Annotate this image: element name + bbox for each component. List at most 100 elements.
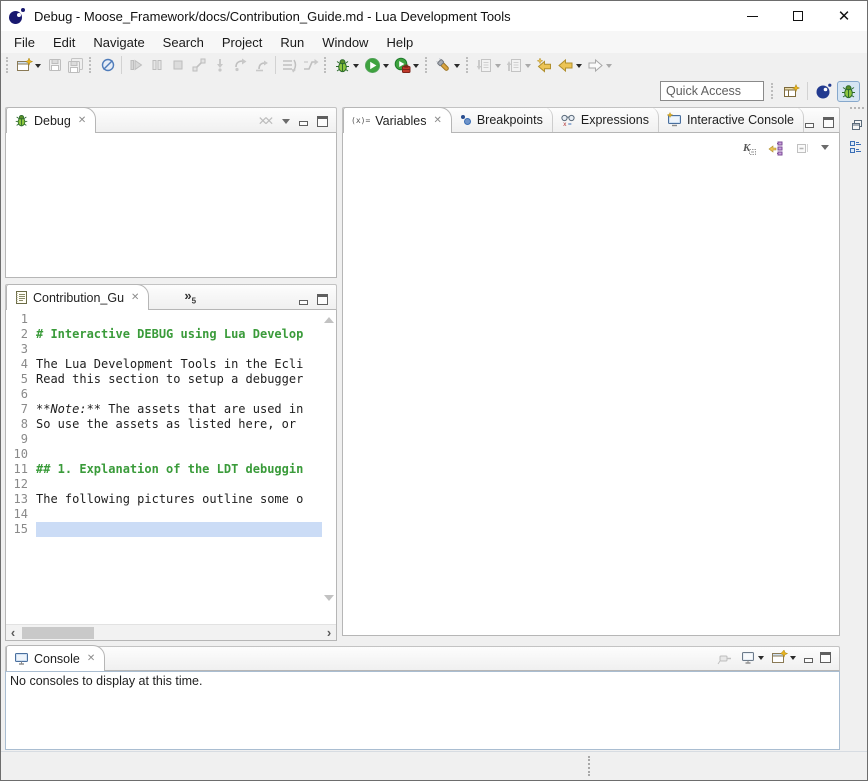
remove-all-terminated-icon[interactable]: ✕✕: [258, 114, 270, 128]
resume-button[interactable]: [125, 55, 146, 76]
run-button[interactable]: [362, 55, 392, 76]
save-button[interactable]: [44, 55, 65, 76]
run-dropdown[interactable]: [383, 64, 389, 71]
previous-annotation-dropdown[interactable]: [525, 64, 531, 71]
tab-close-icon[interactable]: ✕: [87, 653, 95, 664]
editor-line[interactable]: 8So use the assets as listed here, or: [6, 417, 336, 432]
menu-project[interactable]: Project: [213, 33, 271, 52]
tab-debug[interactable]: Debug ✕: [6, 107, 96, 133]
tab-breakpoints[interactable]: Breakpoints: [452, 107, 553, 132]
editor-text-area[interactable]: 12# Interactive DEBUG using Lua Develop3…: [6, 310, 336, 624]
scroll-left-icon[interactable]: ‹: [6, 626, 20, 640]
editor-line[interactable]: 4The Lua Development Tools in the Ecli: [6, 357, 336, 372]
maximize-view-icon[interactable]: [823, 117, 834, 128]
menu-file[interactable]: File: [5, 33, 44, 52]
editor-line[interactable]: 5Read this section to setup a debugger: [6, 372, 336, 387]
toolbar-grip[interactable]: [850, 107, 864, 110]
editor-line[interactable]: 12: [6, 477, 336, 492]
view-menu-icon[interactable]: [821, 145, 829, 154]
drop-to-frame-button[interactable]: [279, 55, 300, 76]
scroll-down-icon[interactable]: [324, 595, 334, 606]
editor-vertical-scrollbar[interactable]: [322, 312, 335, 606]
minimize-view-icon[interactable]: [298, 116, 309, 126]
step-return-button[interactable]: [251, 55, 272, 76]
quick-access-input[interactable]: Quick Access: [660, 81, 764, 101]
tab-variables[interactable]: (x)= Variables ✕: [343, 107, 452, 133]
open-console-button[interactable]: [771, 649, 797, 666]
external-tools-dropdown[interactable]: [413, 64, 419, 71]
suspend-button[interactable]: [146, 55, 167, 76]
menu-search[interactable]: Search: [154, 33, 213, 52]
step-over-button[interactable]: [230, 55, 251, 76]
debug-view-content[interactable]: [5, 133, 337, 278]
next-annotation-button[interactable]: [474, 55, 504, 76]
toolbar-grip[interactable]: [324, 57, 329, 73]
lua-perspective-button[interactable]: [812, 81, 835, 102]
editor-line[interactable]: 1: [6, 312, 336, 327]
tab-expressions[interactable]: x= Expressions: [553, 107, 659, 132]
back-button[interactable]: [555, 55, 585, 76]
window-minimize-button[interactable]: [729, 1, 775, 31]
editor-horizontal-scrollbar[interactable]: ‹ ›: [6, 624, 336, 640]
debug-button[interactable]: [332, 55, 362, 76]
step-into-button[interactable]: [209, 55, 230, 76]
tab-interactive-console[interactable]: Interactive Console: [659, 107, 804, 132]
hidden-editors-chevron[interactable]: »5: [177, 284, 205, 309]
menu-edit[interactable]: Edit: [44, 33, 84, 52]
search-button[interactable]: [433, 55, 463, 76]
tab-console[interactable]: Console ✕: [6, 645, 105, 671]
toolbar-grip[interactable]: [6, 57, 11, 73]
tab-close-icon[interactable]: ✕: [78, 115, 86, 126]
minimize-view-icon[interactable]: [803, 653, 814, 663]
use-step-filters-button[interactable]: [300, 55, 321, 76]
last-edit-location-button[interactable]: [534, 55, 555, 76]
tab-close-icon[interactable]: ✕: [433, 115, 441, 126]
menu-run[interactable]: Run: [271, 33, 313, 52]
toolbar-grip[interactable]: [425, 57, 430, 73]
view-menu-icon[interactable]: [282, 119, 290, 128]
display-selected-console-button[interactable]: [739, 649, 765, 666]
window-close-button[interactable]: ✕: [821, 1, 867, 31]
back-dropdown[interactable]: [576, 64, 582, 71]
toolbar-grip[interactable]: [466, 57, 471, 73]
scroll-right-icon[interactable]: ›: [322, 626, 336, 640]
disconnect-button[interactable]: [188, 55, 209, 76]
debug-perspective-button[interactable]: [837, 81, 860, 102]
editor-line[interactable]: 3: [6, 342, 336, 357]
previous-annotation-button[interactable]: [504, 55, 534, 76]
editor-line[interactable]: 9: [6, 432, 336, 447]
terminate-button[interactable]: [167, 55, 188, 76]
editor-line[interactable]: 6: [6, 387, 336, 402]
minimize-view-icon[interactable]: [298, 295, 309, 305]
show-logical-structure-icon[interactable]: [767, 139, 784, 156]
scrollbar-thumb[interactable]: [22, 627, 94, 639]
open-console-dropdown[interactable]: [790, 656, 796, 663]
search-dropdown[interactable]: [454, 64, 460, 71]
editor-line[interactable]: 2# Interactive DEBUG using Lua Develop: [6, 327, 336, 342]
maximize-view-icon[interactable]: [820, 652, 831, 663]
maximize-view-icon[interactable]: [317, 294, 328, 305]
toolbar-grip[interactable]: [771, 83, 776, 99]
editor-line[interactable]: 15: [6, 522, 336, 537]
scroll-up-icon[interactable]: [324, 312, 334, 323]
skip-all-breakpoints-button[interactable]: [97, 55, 118, 76]
open-perspective-button[interactable]: [780, 81, 803, 102]
toolbar-grip[interactable]: [89, 57, 94, 73]
editor-line[interactable]: 10: [6, 447, 336, 462]
editor-line[interactable]: 14: [6, 507, 336, 522]
display-console-dropdown[interactable]: [758, 656, 764, 663]
new-wizard-dropdown[interactable]: [35, 64, 41, 71]
debug-dropdown[interactable]: [353, 64, 359, 71]
collapse-all-icon[interactable]: [794, 139, 811, 156]
outline-view-icon[interactable]: [849, 139, 866, 156]
window-maximize-button[interactable]: [775, 1, 821, 31]
menu-window[interactable]: Window: [313, 33, 377, 52]
new-wizard-button[interactable]: [14, 55, 44, 76]
external-tools-button[interactable]: [392, 55, 422, 76]
console-content[interactable]: No consoles to display at this time.: [5, 671, 840, 750]
restore-view-icon[interactable]: [849, 116, 866, 133]
tab-contribution-guide[interactable]: Contribution_Gu ✕: [6, 284, 149, 310]
minimize-view-icon[interactable]: [804, 118, 815, 128]
forward-dropdown[interactable]: [606, 64, 612, 71]
menu-help[interactable]: Help: [377, 33, 422, 52]
